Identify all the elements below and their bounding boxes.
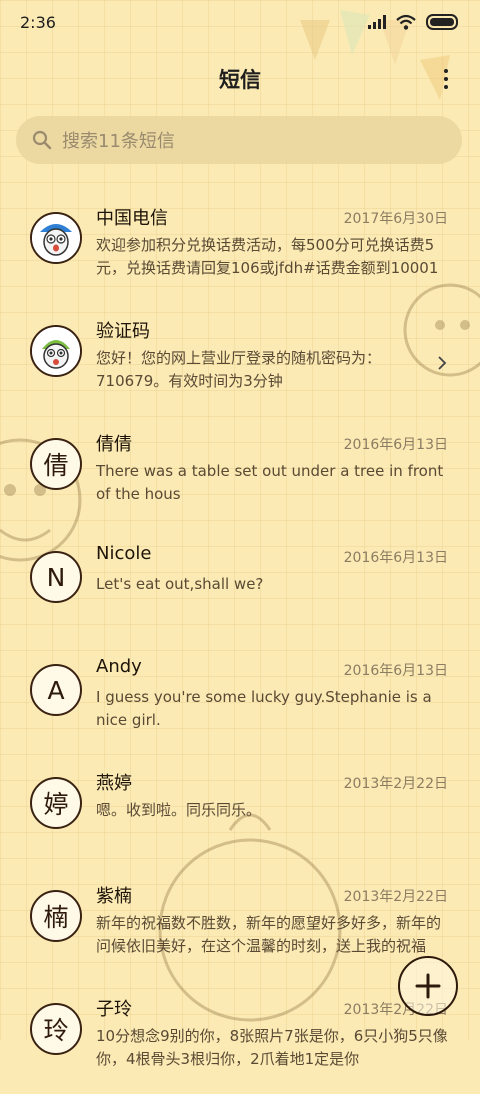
status-time: 2:36 [20, 12, 56, 32]
message-date: 2016年6月13日 [343, 550, 448, 566]
signal-icon [368, 15, 386, 29]
conversation-item-china-telecom[interactable]: 中国电信 2017年6月30日 欢迎参加积分兑换话费活动，每500分可兑换话费5… [0, 190, 480, 303]
contact-name: 子玲 [96, 999, 132, 1020]
conversation-item-qianqian[interactable]: 倩 倩倩 2016年6月13日 There was a table set ou… [0, 416, 480, 529]
header: 短信 [0, 56, 480, 102]
contact-name: 燕婷 [96, 773, 132, 794]
avatar-cartoon-icon [30, 325, 82, 377]
conversation-item-nicole[interactable]: N Nicole 2016年6月13日 Let's eat out,shall … [0, 529, 480, 642]
avatar-cartoon-icon [30, 212, 82, 264]
message-date: 2016年6月13日 [343, 663, 448, 679]
message-preview: I guess you're some lucky guy.Stephanie … [96, 688, 432, 729]
message-preview: 新年的祝福数不胜数，新年的愿望好多好多，新年的问候依旧美好，在这个温馨的时刻，送… [96, 914, 442, 955]
message-date: 2017年6月30日 [343, 211, 448, 227]
more-dot [444, 77, 448, 81]
search-placeholder: 搜索11条短信 [62, 131, 175, 152]
contact-name: Andy [96, 656, 142, 677]
status-bar: 2:36 [0, 0, 480, 44]
contact-name: 紫楠 [96, 886, 132, 907]
message-preview: 欢迎参加积分兑换话费活动，每500分可兑换话费5元，兑换话费请回复106或jfd… [96, 236, 439, 277]
search-icon [32, 130, 52, 150]
search-input[interactable]: 搜索11条短信 [16, 116, 462, 164]
more-dot [444, 85, 448, 89]
plus-icon [415, 973, 441, 999]
message-date: 2013年2月22日 [343, 889, 448, 905]
avatar: 婷 [30, 777, 82, 829]
message-date: 2013年2月22日 [343, 776, 448, 792]
more-dots-icon [444, 69, 448, 73]
message-preview: 10分想念9别的你，8张照片7张是你，6只小狗5只像你，4根骨头3根归你，2爪着… [96, 1027, 448, 1068]
avatar: A [30, 664, 82, 716]
wifi-icon [396, 14, 416, 30]
page-title: 短信 [219, 68, 261, 92]
battery-icon [426, 14, 458, 30]
avatar: 玲 [30, 1003, 82, 1055]
conversation-list: 中国电信 2017年6月30日 欢迎参加积分兑换话费活动，每500分可兑换话费5… [0, 190, 480, 1094]
contact-name: 中国电信 [96, 208, 168, 229]
message-preview: Let's eat out,shall we? [96, 575, 264, 593]
more-menu-button[interactable] [436, 66, 456, 92]
avatar: 倩 [30, 438, 82, 490]
avatar: N [30, 551, 82, 603]
message-preview: 嗯。收到啦。同乐同乐。 [96, 801, 262, 819]
conversation-item-andy[interactable]: A Andy 2016年6月13日 I guess you're some lu… [0, 642, 480, 755]
contact-name: 倩倩 [96, 434, 132, 455]
avatar: 楠 [30, 890, 82, 942]
contact-name: Nicole [96, 543, 152, 564]
contact-name: 验证码 [96, 321, 150, 342]
message-preview: There was a table set out under a tree i… [96, 462, 444, 503]
new-message-button[interactable] [398, 956, 458, 1016]
message-preview: 您好！您的网上营业厅登录的随机密码为：710679。有效时间为3分钟 [96, 349, 382, 390]
message-date: 2016年6月13日 [343, 437, 448, 453]
conversation-item-yanting[interactable]: 婷 燕婷 2013年2月22日 嗯。收到啦。同乐同乐。 [0, 755, 480, 868]
conversation-item-verification-code[interactable]: 验证码 您好！您的网上营业厅登录的随机密码为：710679。有效时间为3分钟 [0, 303, 480, 416]
chevron-right-icon[interactable] [436, 355, 448, 371]
